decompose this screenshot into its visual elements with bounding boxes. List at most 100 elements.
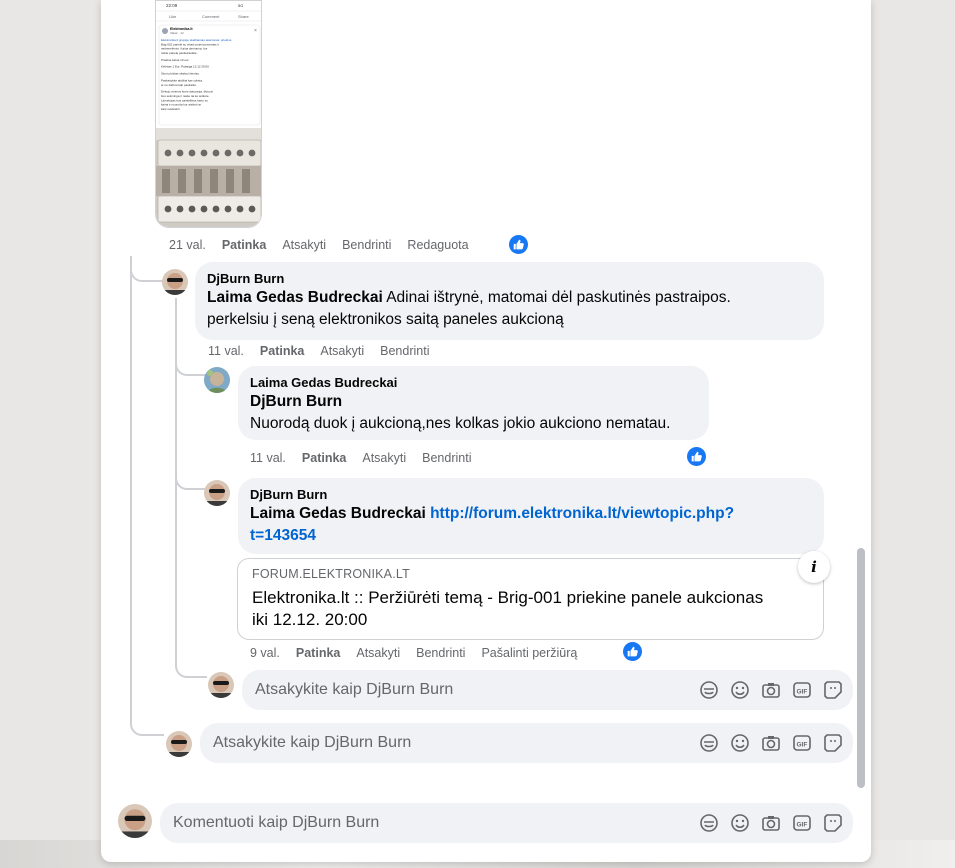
like-reaction-icon[interactable] [509, 235, 528, 254]
sticker-icon[interactable] [823, 813, 843, 833]
comment-input[interactable]: Komentuoti kaip DjBurn Burn GIF [160, 803, 853, 843]
emoji-icon[interactable] [730, 733, 750, 753]
timestamp[interactable]: 9 val. [250, 646, 280, 660]
composer-avatar[interactable] [166, 731, 192, 757]
thread-line [130, 256, 164, 736]
comment-text: DjBurn Burn [250, 391, 697, 413]
avatar-icon [166, 731, 192, 757]
reply-button[interactable]: Atsakyti [320, 344, 364, 358]
url-link-cont[interactable]: t=143654 [250, 527, 316, 544]
screenshot-drawing: 22:09 5G Like Comment Share Elektronika.… [156, 1, 261, 227]
like-button[interactable]: Patinka [302, 451, 346, 465]
reply-input[interactable]: Atsakykite kaip DjBurn Burn GIF [242, 670, 853, 710]
svg-text:GIF: GIF [797, 822, 808, 829]
avatar-icon [162, 269, 188, 295]
share-button[interactable]: Bendrinti [380, 344, 429, 358]
avatar-djburn[interactable] [162, 269, 188, 295]
like-reaction-icon[interactable] [687, 447, 706, 466]
timestamp[interactable]: 11 val. [250, 451, 286, 465]
scrollbar-thumb[interactable] [857, 548, 865, 788]
like-icon [513, 239, 524, 250]
remove-preview-button[interactable]: Pašalinti peržiūrą [481, 646, 577, 660]
screenshot-post-line: ar ne dažnai taip pasitaiko. [161, 83, 197, 87]
comment-actions: 11 val. Patinka Atsakyti Bendrinti [208, 344, 429, 358]
comment-author[interactable]: Laima Gedas Budreckai [250, 374, 697, 391]
comment-text-link-b: t=143654 [250, 525, 812, 547]
avatar-djburn[interactable] [204, 480, 230, 506]
avatar-icon [118, 804, 152, 838]
gif-icon[interactable]: GIF [792, 733, 812, 753]
camera-icon[interactable] [761, 733, 781, 753]
camera-icon[interactable] [761, 813, 781, 833]
mention-link[interactable]: Laima Gedas Budreckai [250, 505, 426, 522]
gif-icon[interactable]: GIF [792, 813, 812, 833]
like-icon [691, 451, 702, 462]
mention-link[interactable]: Laima Gedas Budreckai [207, 289, 383, 306]
avatar-laima[interactable] [204, 367, 230, 393]
thread-branch [130, 256, 164, 282]
comment-input-placeholder: Komentuoti kaip DjBurn Burn [173, 814, 380, 831]
timestamp[interactable]: 21 val. [169, 238, 206, 252]
comment-author[interactable]: DjBurn Burn [250, 486, 812, 503]
like-reaction-icon[interactable] [623, 642, 642, 661]
reply-button[interactable]: Atsakyti [356, 646, 400, 660]
emoji-icon[interactable] [730, 680, 750, 700]
comment-text-b: perkelsiu į seną elektronikos saitą pane… [207, 311, 564, 328]
like-button[interactable]: Patinka [222, 238, 266, 252]
comment-bubble: Laima Gedas Budreckai DjBurn Burn Nuorod… [238, 366, 709, 440]
edited-label[interactable]: Redaguota [407, 238, 468, 252]
svg-text:GIF: GIF [797, 689, 808, 696]
share-button[interactable]: Bendrinti [416, 646, 465, 660]
share-button[interactable]: Bendrinti [422, 451, 471, 465]
url-link[interactable]: http://forum.elektronika.lt/viewtopic.ph… [430, 505, 734, 522]
like-button[interactable]: Patinka [260, 344, 304, 358]
emoji-icon[interactable] [730, 813, 750, 833]
screenshot-post-line: kaip susisiekti. [161, 107, 181, 111]
screenshot-post-line: Siuntų būdas skaityti žemiau. [161, 72, 200, 76]
svg-text:Share: Share [238, 14, 249, 19]
svg-text:×: × [254, 28, 257, 34]
comment-text: Laima Gedas Budreckai Adinai ištrynė, ma… [207, 287, 812, 309]
link-preview-title-b: iki 12.12. 20:00 [252, 610, 368, 629]
info-icon: i [811, 558, 817, 576]
reply-button[interactable]: Atsakyti [362, 451, 406, 465]
svg-text:Comment: Comment [202, 14, 220, 19]
mention-link[interactable]: DjBurn Burn [250, 393, 342, 410]
reply-input-placeholder: Atsakykite kaip DjBurn Burn [213, 734, 412, 751]
link-preview-card[interactable]: FORUM.ELEKTRONIKA.LT Elektronika.lt :: P… [237, 558, 824, 640]
avatar-sticker-icon[interactable] [699, 813, 719, 833]
sticker-icon[interactable] [823, 733, 843, 753]
composer-tools: GIF [699, 813, 843, 833]
like-icon [627, 646, 638, 657]
avatar-icon [204, 480, 230, 506]
comment-actions: 9 val. Patinka Atsakyti Bendrinti Pašali… [250, 646, 577, 660]
sticker-icon[interactable] [823, 680, 843, 700]
link-preview-title: Elektronika.lt :: Peržiūrėti temą - Brig… [252, 587, 809, 631]
attached-screenshot-image[interactable]: 22:09 5G Like Comment Share Elektronika.… [155, 0, 262, 228]
svg-text:Like: Like [169, 14, 177, 19]
gif-icon[interactable]: GIF [792, 680, 812, 700]
avatar-sticker-icon[interactable] [699, 733, 719, 753]
reply-button[interactable]: Atsakyti [282, 238, 326, 252]
avatar-sticker-icon[interactable] [699, 680, 719, 700]
composer-tools: GIF [699, 733, 843, 753]
composer-tools: GIF [699, 680, 843, 700]
screenshot-post-line: Kelintas 1 Eur. Pabaiga 12.12 20:00 [161, 65, 209, 69]
comments-panel: 22:09 5G Like Comment Share Elektronika.… [101, 0, 871, 862]
comment-text-a: Adinai ištrynė, matomai dėl paskutinės p… [382, 289, 731, 306]
svg-text:22:09: 22:09 [166, 3, 178, 8]
reply-input-placeholder: Atsakykite kaip DjBurn Burn [255, 681, 454, 698]
info-button[interactable]: i [798, 551, 830, 583]
link-preview-title-a: Elektronika.lt :: Peržiūrėti temą - Brig… [252, 588, 764, 607]
reply-input[interactable]: Atsakykite kaip DjBurn Burn GIF [200, 723, 853, 763]
camera-icon[interactable] [761, 680, 781, 700]
composer-avatar[interactable] [118, 804, 152, 838]
screenshot-post-line: rasite panelę pasiteiraukite. [161, 51, 198, 55]
svg-text:GIF: GIF [797, 742, 808, 749]
share-button[interactable]: Bendrinti [342, 238, 391, 252]
comment-author[interactable]: DjBurn Burn [207, 270, 812, 287]
composer-avatar[interactable] [208, 672, 234, 698]
comment-actions: 11 val. Patinka Atsakyti Bendrinti [250, 451, 471, 465]
like-button[interactable]: Patinka [296, 646, 340, 660]
timestamp[interactable]: 11 val. [208, 344, 244, 358]
